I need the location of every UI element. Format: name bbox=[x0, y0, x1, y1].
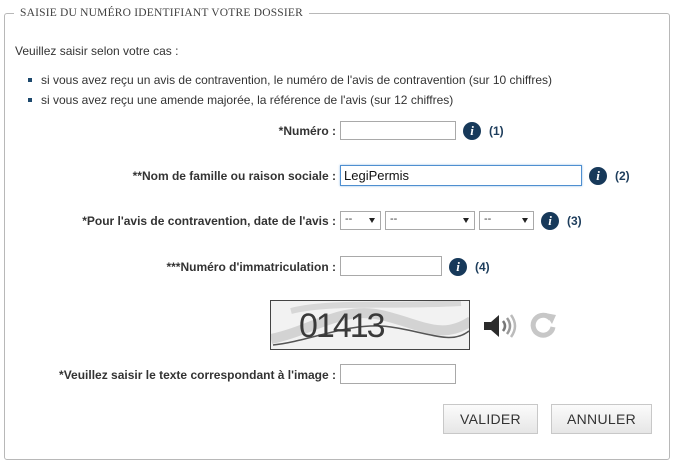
captcha-input[interactable] bbox=[340, 364, 456, 384]
speaker-icon[interactable] bbox=[482, 312, 518, 340]
chevron-down-icon bbox=[522, 218, 528, 223]
info-icon[interactable]: i bbox=[541, 212, 559, 230]
bullet-square-icon bbox=[28, 98, 32, 102]
chevron-down-icon bbox=[463, 218, 469, 223]
fieldset-legend: SAISIE DU NUMÉRO IDENTIFIANT VOTRE DOSSI… bbox=[14, 5, 310, 21]
captcha-image: 01413 bbox=[270, 300, 470, 350]
intro-text: Veuillez saisir selon votre cas : bbox=[15, 44, 179, 58]
refresh-icon[interactable] bbox=[527, 309, 559, 341]
bullet-square-icon bbox=[28, 78, 32, 82]
date-day-select[interactable]: -- bbox=[340, 211, 381, 230]
valider-button[interactable]: VALIDER bbox=[443, 404, 538, 434]
info-icon[interactable]: i bbox=[449, 258, 467, 276]
annuler-button[interactable]: ANNULER bbox=[551, 404, 652, 434]
immat-ref: (4) bbox=[475, 260, 490, 274]
nom-input[interactable] bbox=[340, 165, 582, 186]
numero-ref: (1) bbox=[489, 124, 504, 138]
captcha-text: 01413 bbox=[299, 307, 386, 345]
info-icon[interactable]: i bbox=[463, 122, 481, 140]
nom-ref: (2) bbox=[615, 169, 630, 183]
date-ref: (3) bbox=[567, 214, 582, 228]
date-month-select[interactable]: -- bbox=[385, 211, 475, 230]
date-label: *Pour l'avis de contravention, date de l… bbox=[82, 214, 336, 228]
numero-label: *Numéro : bbox=[278, 124, 336, 138]
info-icon[interactable]: i bbox=[589, 167, 607, 185]
captcha-label: *Veuillez saisir le texte correspondant … bbox=[59, 368, 336, 382]
immat-label: ***Numéro d'immatriculation : bbox=[166, 260, 336, 274]
date-year-select[interactable]: -- bbox=[479, 211, 534, 230]
nom-label: **Nom de famille ou raison sociale : bbox=[132, 169, 336, 183]
chevron-down-icon bbox=[369, 218, 375, 223]
numero-input[interactable] bbox=[340, 121, 456, 140]
immat-input[interactable] bbox=[340, 256, 442, 276]
